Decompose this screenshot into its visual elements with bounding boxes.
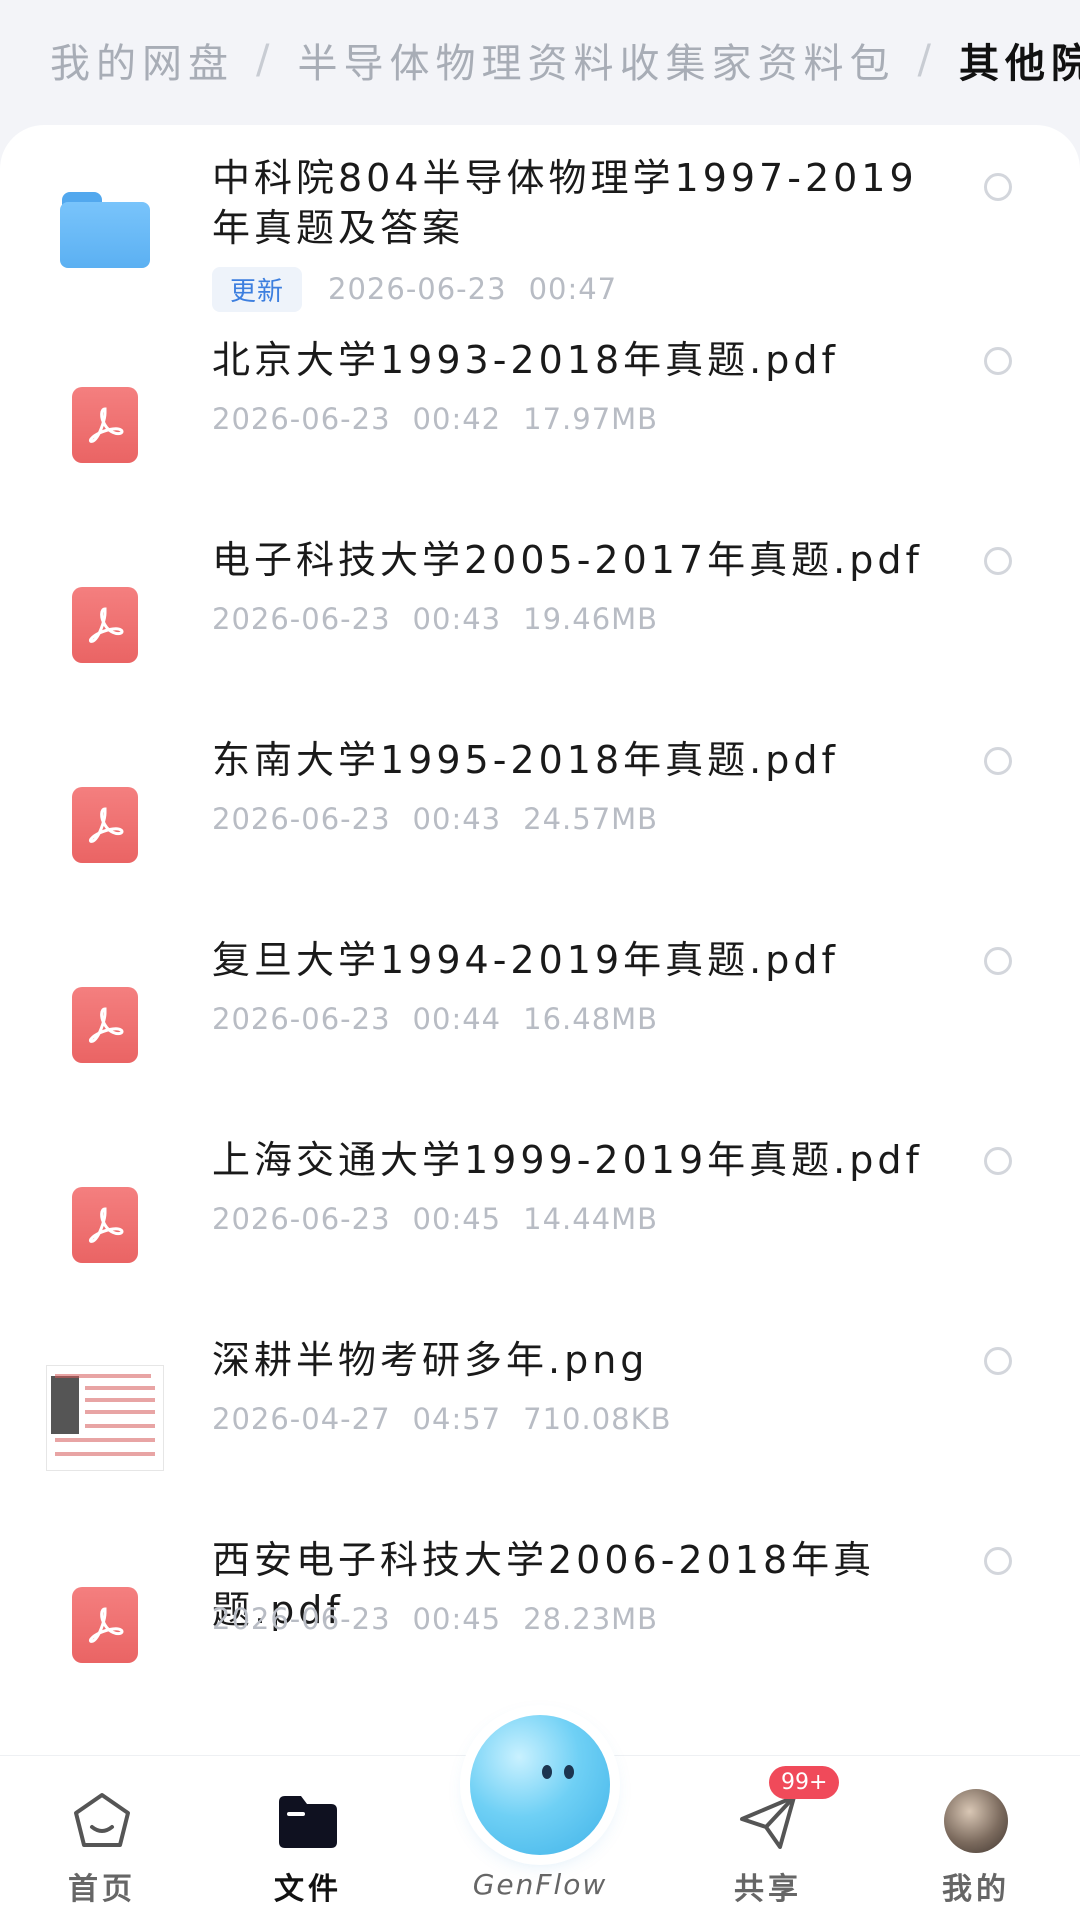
breadcrumb: 我的网盘 / 半导体物理资料收集家资料包 / 其他院校半 xyxy=(0,0,1080,120)
mascot-eye xyxy=(542,1765,552,1779)
pdf-icon xyxy=(72,1587,138,1663)
file-size: 19.46MB xyxy=(523,602,659,636)
file-row-folder[interactable]: 中科院804半导体物理学1997-2019年真题及答案 更新 2026-06-2… xyxy=(0,125,1080,325)
nav-files-label: 文件 xyxy=(274,1872,342,1907)
avatar xyxy=(941,1786,1011,1856)
image-thumbnail xyxy=(46,1365,164,1471)
pdf-icon xyxy=(72,987,138,1063)
pdf-icon xyxy=(72,387,138,463)
file-list: 中科院804半导体物理学1997-2019年真题及答案 更新 2026-06-2… xyxy=(0,125,1080,1765)
file-meta: 2026-06-23 00:44 16.48MB xyxy=(212,997,658,1041)
update-badge: 更新 xyxy=(212,266,303,312)
file-time: 00:47 xyxy=(528,272,618,306)
file-name: 深耕半物考研多年.png xyxy=(212,1338,649,1382)
file-date: 2026-06-23 xyxy=(212,1002,391,1036)
file-size: 14.44MB xyxy=(523,1202,659,1236)
file-date: 2026-06-23 xyxy=(212,1602,391,1636)
genflow-button[interactable] xyxy=(470,1715,610,1855)
file-size: 16.48MB xyxy=(523,1002,659,1036)
file-time: 00:45 xyxy=(412,1602,502,1636)
share-notification-badge: 99+ xyxy=(769,1766,840,1799)
select-radio[interactable] xyxy=(984,947,1012,975)
file-date: 2026-06-23 xyxy=(212,1202,391,1236)
pdf-icon-wrap xyxy=(40,960,170,1090)
nav-share-label: 共享 xyxy=(734,1872,802,1907)
pdf-icon-wrap xyxy=(40,560,170,690)
select-radio[interactable] xyxy=(984,1347,1012,1375)
file-time: 00:45 xyxy=(412,1202,502,1236)
pdf-icon xyxy=(72,787,138,863)
file-size: 24.57MB xyxy=(523,802,659,836)
file-date: 2026-06-23 xyxy=(328,272,507,306)
genflow-label: GenFlow xyxy=(472,1868,608,1901)
file-size: 28.23MB xyxy=(523,1602,659,1636)
file-date: 2026-06-23 xyxy=(212,802,391,836)
file-row-image[interactable]: 深耕半物考研多年.png 2026-04-27 04:57 710.08KB xyxy=(0,1325,1080,1525)
file-time: 00:42 xyxy=(412,402,502,436)
select-radio[interactable] xyxy=(984,1547,1012,1575)
file-size: 710.08KB xyxy=(523,1402,672,1436)
file-browser-page: 我的网盘 / 半导体物理资料收集家资料包 / 其他院校半 中科院804半导体物理… xyxy=(0,0,1080,1930)
file-meta: 2026-04-27 04:57 710.08KB xyxy=(212,1397,672,1441)
select-radio[interactable] xyxy=(984,547,1012,575)
file-name: 复旦大学1994-2019年真题.pdf xyxy=(212,938,839,982)
file-name: 东南大学1995-2018年真题.pdf xyxy=(212,738,839,782)
file-name: 中科院804半导体物理学1997-2019年真题及答案 xyxy=(212,156,918,250)
pdf-icon xyxy=(72,587,138,663)
breadcrumb-item-current: 其他院校半 xyxy=(958,41,1080,87)
file-time: 00:43 xyxy=(412,602,502,636)
file-meta: 2026-06-23 00:43 24.57MB xyxy=(212,797,658,841)
nav-me[interactable]: 我的 xyxy=(896,1786,1056,1916)
file-time: 00:44 xyxy=(412,1002,502,1036)
folder-icon xyxy=(273,1786,343,1856)
file-row[interactable]: 电子科技大学2005-2017年真题.pdf 2026-06-23 00:43 … xyxy=(0,525,1080,725)
image-thumbnail-wrap xyxy=(40,1353,170,1483)
file-meta: 2026-06-23 00:45 14.44MB xyxy=(212,1197,658,1241)
pdf-icon-wrap xyxy=(40,760,170,890)
file-size: 17.97MB xyxy=(523,402,659,436)
file-time: 00:43 xyxy=(412,802,502,836)
file-date: 2026-06-23 xyxy=(212,402,391,436)
pdf-icon-wrap xyxy=(40,360,170,490)
file-meta: 2026-06-23 00:42 17.97MB xyxy=(212,397,658,441)
file-row[interactable]: 复旦大学1994-2019年真题.pdf 2026-06-23 00:44 16… xyxy=(0,925,1080,1125)
breadcrumb-separator: / xyxy=(917,37,937,83)
file-meta: 更新 2026-06-23 00:47 xyxy=(212,266,618,312)
file-row[interactable]: 西安电子科技大学2006-2018年真题.pdf 2026-06-23 00:4… xyxy=(0,1525,1080,1725)
pdf-icon xyxy=(72,1187,138,1263)
home-icon xyxy=(67,1786,137,1856)
folder-icon-wrap xyxy=(40,165,170,295)
file-row[interactable]: 上海交通大学1999-2019年真题.pdf 2026-06-23 00:45 … xyxy=(0,1125,1080,1325)
file-time: 04:57 xyxy=(412,1402,502,1436)
send-icon: 99+ xyxy=(733,1766,840,1856)
file-meta: 2026-06-23 00:43 19.46MB xyxy=(212,597,658,641)
pdf-icon-wrap xyxy=(40,1560,170,1690)
nav-files[interactable]: 文件 xyxy=(228,1786,388,1916)
folder-icon xyxy=(60,192,150,268)
file-name: 电子科技大学2005-2017年真题.pdf xyxy=(212,538,923,582)
file-date: 2026-04-27 xyxy=(212,1402,391,1436)
select-radio[interactable] xyxy=(984,747,1012,775)
breadcrumb-item-package[interactable]: 半导体物理资料收集家资料包 xyxy=(297,31,895,89)
select-radio[interactable] xyxy=(984,173,1012,201)
mascot-eye xyxy=(564,1765,574,1779)
pdf-icon-wrap xyxy=(40,1160,170,1290)
file-row[interactable]: 北京大学1993-2018年真题.pdf 2026-06-23 00:42 17… xyxy=(0,325,1080,525)
select-radio[interactable] xyxy=(984,1147,1012,1175)
file-meta: 2026-06-23 00:45 28.23MB xyxy=(212,1597,658,1641)
breadcrumb-separator: / xyxy=(256,37,276,83)
nav-share[interactable]: 99+ 共享 xyxy=(688,1766,848,1916)
file-date: 2026-06-23 xyxy=(212,602,391,636)
nav-home[interactable]: 首页 xyxy=(22,1786,182,1916)
select-radio[interactable] xyxy=(984,347,1012,375)
breadcrumb-item-my-drive[interactable]: 我的网盘 xyxy=(50,31,234,89)
file-name: 上海交通大学1999-2019年真题.pdf xyxy=(212,1138,923,1182)
nav-home-label: 首页 xyxy=(68,1872,136,1907)
nav-me-label: 我的 xyxy=(942,1872,1010,1907)
file-row[interactable]: 东南大学1995-2018年真题.pdf 2026-06-23 00:43 24… xyxy=(0,725,1080,925)
file-name: 北京大学1993-2018年真题.pdf xyxy=(212,338,839,382)
